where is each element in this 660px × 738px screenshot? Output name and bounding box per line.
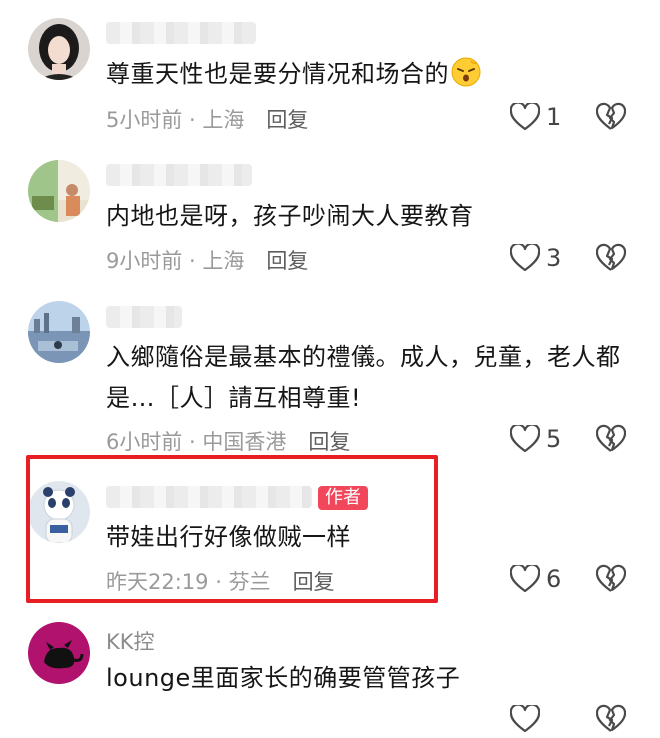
highlight-box [26, 455, 438, 603]
like-button[interactable]: 3 [510, 243, 561, 273]
comment-location: 上海 [202, 249, 245, 273]
comment-meta: 9小时前 · 上海 回复 [106, 245, 308, 275]
dislike-button[interactable] [595, 704, 627, 734]
dislike-button[interactable] [595, 564, 627, 594]
username-blurred [106, 22, 256, 44]
comment-text: 内地也是呀，孩子吵闹大人要教育 [106, 202, 474, 230]
comment-location: 上海 [202, 108, 245, 132]
like-button[interactable] [510, 704, 540, 734]
avatar[interactable] [28, 301, 90, 363]
comment-meta [106, 706, 128, 730]
broken-heart-icon [595, 704, 627, 732]
comment-text: 尊重天性也是要分情况和场合的 [106, 54, 636, 100]
like-count: 6 [546, 565, 562, 593]
comment-meta: 5小时前 · 上海 回复 [106, 104, 308, 134]
heart-outline-icon [510, 565, 540, 593]
avatar[interactable] [28, 622, 90, 684]
avatar[interactable] [28, 18, 90, 80]
meta-separator: · [182, 430, 203, 454]
comment-time: 5小时前 [106, 108, 183, 132]
like-button[interactable]: 1 [510, 102, 561, 132]
broken-heart-icon [595, 564, 627, 592]
comment-location: 中国香港 [202, 430, 287, 454]
meta-separator: · [182, 108, 203, 132]
like-button[interactable]: 5 [510, 424, 561, 454]
comment-time: 9小时前 [106, 249, 183, 273]
dislike-button[interactable] [595, 102, 627, 132]
broken-heart-icon [595, 243, 627, 271]
reply-button[interactable]: 回复 [308, 430, 350, 454]
reply-button[interactable]: 回复 [266, 108, 308, 132]
heart-outline-icon [510, 244, 540, 272]
username-blurred [106, 306, 182, 328]
meta-separator: · [182, 249, 203, 273]
tired-face-emoji [449, 57, 483, 100]
dislike-button[interactable] [595, 243, 627, 273]
comment-time: 6小时前 [106, 430, 183, 454]
broken-heart-icon [595, 102, 627, 130]
reply-button[interactable]: 回复 [266, 249, 308, 273]
comment-text: 入鄉隨俗是最基本的禮儀。成人，兒童，老人都是…［人］請互相尊重! [106, 343, 621, 412]
username[interactable]: KK控 [106, 626, 155, 656]
heart-outline-icon [510, 705, 540, 733]
broken-heart-icon [595, 424, 627, 452]
avatar[interactable] [28, 160, 90, 222]
like-count: 5 [546, 425, 562, 453]
username-blurred [106, 164, 252, 186]
comment-text: lounge里面家长的确要管管孩子 [106, 664, 461, 692]
dislike-button[interactable] [595, 424, 627, 454]
like-button[interactable]: 6 [510, 564, 561, 594]
like-count: 3 [546, 244, 562, 272]
comment-meta: 6小时前 · 中国香港 回复 [106, 426, 350, 456]
heart-outline-icon [510, 425, 540, 453]
like-count: 1 [546, 103, 562, 131]
heart-outline-icon [510, 103, 540, 131]
